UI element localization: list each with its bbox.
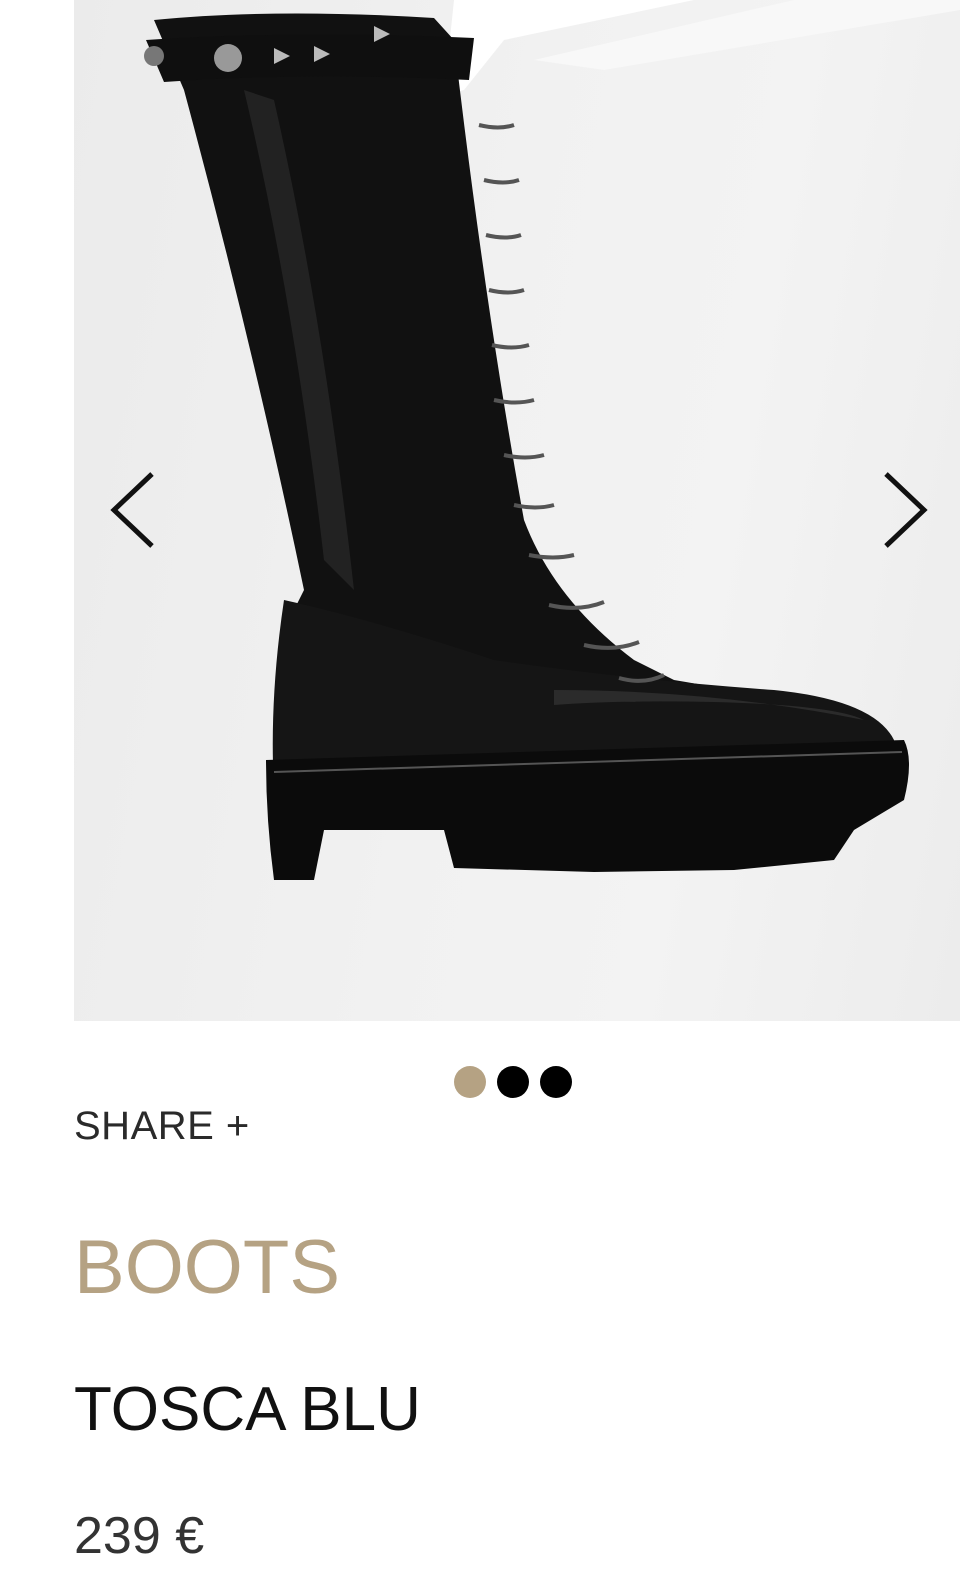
product-image-gallery[interactable]: [74, 0, 960, 1021]
pagination-dot-3[interactable]: [540, 1066, 572, 1098]
pagination-dot-2[interactable]: [497, 1066, 529, 1098]
product-price: 239 €: [74, 1507, 205, 1565]
next-image-button[interactable]: [876, 460, 936, 560]
pagination-dot-1[interactable]: [454, 1066, 486, 1098]
chevron-left-icon: [110, 472, 154, 548]
chevron-right-icon: [884, 472, 928, 548]
product-name: TOSCA BLU: [74, 1375, 421, 1444]
previous-image-button[interactable]: [100, 460, 160, 560]
product-category: BOOTS: [74, 1225, 341, 1310]
share-button[interactable]: SHARE +: [74, 1104, 250, 1149]
product-photo: [144, 0, 960, 880]
gallery-pagination: [454, 1066, 572, 1098]
